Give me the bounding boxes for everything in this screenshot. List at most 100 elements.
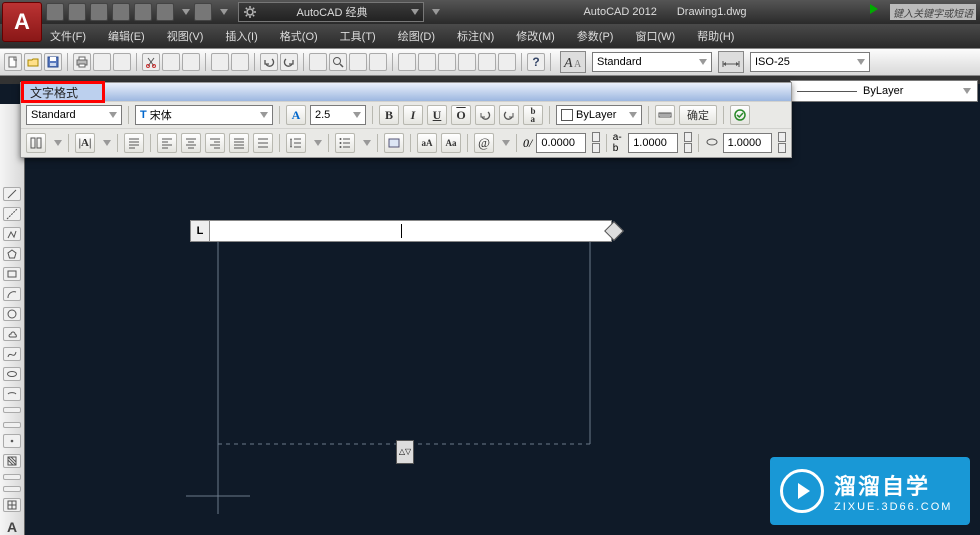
symbol-button[interactable]: @ [474,133,494,153]
qat-open-icon[interactable] [68,3,86,21]
spinner-icon[interactable] [592,132,600,154]
spinner-icon[interactable] [778,132,786,154]
column-height-handle[interactable]: △▽ [396,440,414,464]
tool-palette-icon[interactable] [438,53,456,71]
dimstyle-icon[interactable] [718,51,744,73]
plot-preview-icon[interactable] [93,53,111,71]
menu-window[interactable]: 窗口(W) [635,28,675,44]
stack-button[interactable]: ba [523,105,543,125]
chevron-down-icon[interactable] [54,140,62,146]
zoom-win-icon[interactable] [349,53,367,71]
menu-format[interactable]: 格式(O) [280,28,318,44]
line-spacing-button[interactable] [286,133,306,153]
watermark-brand: 溜溜自学 [834,469,952,501]
menu-help[interactable]: 帮助(H) [697,28,734,44]
dimstyle-select[interactable]: ISO-25 [750,52,870,72]
uppercase-button[interactable]: aA [417,133,437,153]
menu-insert[interactable]: 插入(I) [225,28,257,44]
chevron-down-icon[interactable] [314,140,322,146]
columns-button[interactable] [26,133,46,153]
menu-file[interactable]: 文件(F) [50,28,86,44]
widthfactor-input[interactable]: 1.0000 [723,133,773,153]
chevron-down-icon[interactable] [103,140,111,146]
insert-field-button[interactable] [384,133,404,153]
match-prop-icon[interactable] [211,53,229,71]
block-editor-icon[interactable] [231,53,249,71]
new-icon[interactable] [4,53,22,71]
paste-icon[interactable] [182,53,200,71]
cut-icon[interactable] [142,53,160,71]
menu-dim[interactable]: 标注(N) [457,28,494,44]
qat-save-icon[interactable] [90,3,108,21]
pan-icon[interactable] [309,53,327,71]
linetype-select[interactable]: ByLayer [790,80,978,102]
font-select[interactable]: T宋体 [135,105,273,125]
infocenter-search[interactable]: 键入关键字或短语 [890,4,976,20]
qat-redo-more-icon[interactable] [220,9,228,15]
qat-undo-more-icon[interactable] [182,9,190,15]
oblique-input[interactable]: 0.0000 [536,133,586,153]
ok-button[interactable]: 确定 [679,105,717,125]
annotative-icon[interactable]: A [286,105,306,125]
qat-redo-icon[interactable] [194,3,212,21]
text-format-titlebar[interactable]: 文字格式 [21,83,791,101]
markup-icon[interactable] [478,53,496,71]
align-justify-button[interactable] [229,133,249,153]
qat-new-icon[interactable] [46,3,64,21]
chevron-down-icon[interactable] [363,140,371,146]
text-height-input[interactable]: 2.5 [310,105,366,125]
ruler-icon[interactable] [655,105,675,125]
app-title: AutoCAD 2012 [583,6,656,18]
drawing-area[interactable]: A L △▽ 溜溜自学 ZIXUE.3D66.COM [0,104,980,535]
quickcalc-icon[interactable] [498,53,516,71]
tracking-input[interactable]: 1.0000 [628,133,678,153]
undo-icon[interactable] [260,53,278,71]
help-icon[interactable]: ? [527,53,545,71]
menu-draw[interactable]: 绘图(D) [398,28,435,44]
textstyle-icon[interactable]: AA [560,51,586,73]
redo-fx-button[interactable] [499,105,519,125]
qat-undo-icon[interactable] [156,3,174,21]
textstyle-select[interactable]: Standard [592,52,712,72]
menu-view[interactable]: 视图(V) [167,28,204,44]
copy-icon[interactable] [162,53,180,71]
align-left-button[interactable] [157,133,177,153]
text-style-select[interactable]: Standard [26,105,122,125]
qat-saveas-icon[interactable] [112,3,130,21]
menu-edit[interactable]: 编辑(E) [108,28,145,44]
qat-print-icon[interactable] [134,3,152,21]
italic-button[interactable]: I [403,105,423,125]
bold-button[interactable]: B [379,105,399,125]
menu-modify[interactable]: 修改(M) [516,28,555,44]
zoom-prev-icon[interactable] [369,53,387,71]
underline-button[interactable]: U [427,105,447,125]
chevron-down-icon[interactable] [502,140,510,146]
align-center-button[interactable] [181,133,201,153]
undo-fx-button[interactable] [475,105,495,125]
design-center-icon[interactable] [418,53,436,71]
paragraph-button[interactable] [124,133,144,153]
spinner-icon[interactable] [684,132,692,154]
print-icon[interactable] [73,53,91,71]
sheet-set-icon[interactable] [458,53,476,71]
qat-customize-icon[interactable] [432,9,440,15]
mtext-editor[interactable]: L [190,220,612,242]
menu-param[interactable]: 参数(P) [577,28,614,44]
align-right-button[interactable] [205,133,225,153]
color-select[interactable]: ByLayer [556,105,642,125]
save-icon[interactable] [44,53,62,71]
mtext-justify-button[interactable]: |A| [75,133,95,153]
properties-icon[interactable] [398,53,416,71]
open-icon[interactable] [24,53,42,71]
redo-icon[interactable] [280,53,298,71]
menu-tools[interactable]: 工具(T) [340,28,376,44]
publish-icon[interactable] [113,53,131,71]
app-menu-button[interactable]: A [2,2,42,42]
lowercase-button[interactable]: Aa [441,133,461,153]
numbering-button[interactable] [335,133,355,153]
zoom-rt-icon[interactable] [329,53,347,71]
options-button[interactable] [730,105,750,125]
align-dist-button[interactable] [253,133,273,153]
overline-button[interactable]: O [451,105,471,125]
workspace-selector[interactable]: AutoCAD 经典 [238,2,424,22]
